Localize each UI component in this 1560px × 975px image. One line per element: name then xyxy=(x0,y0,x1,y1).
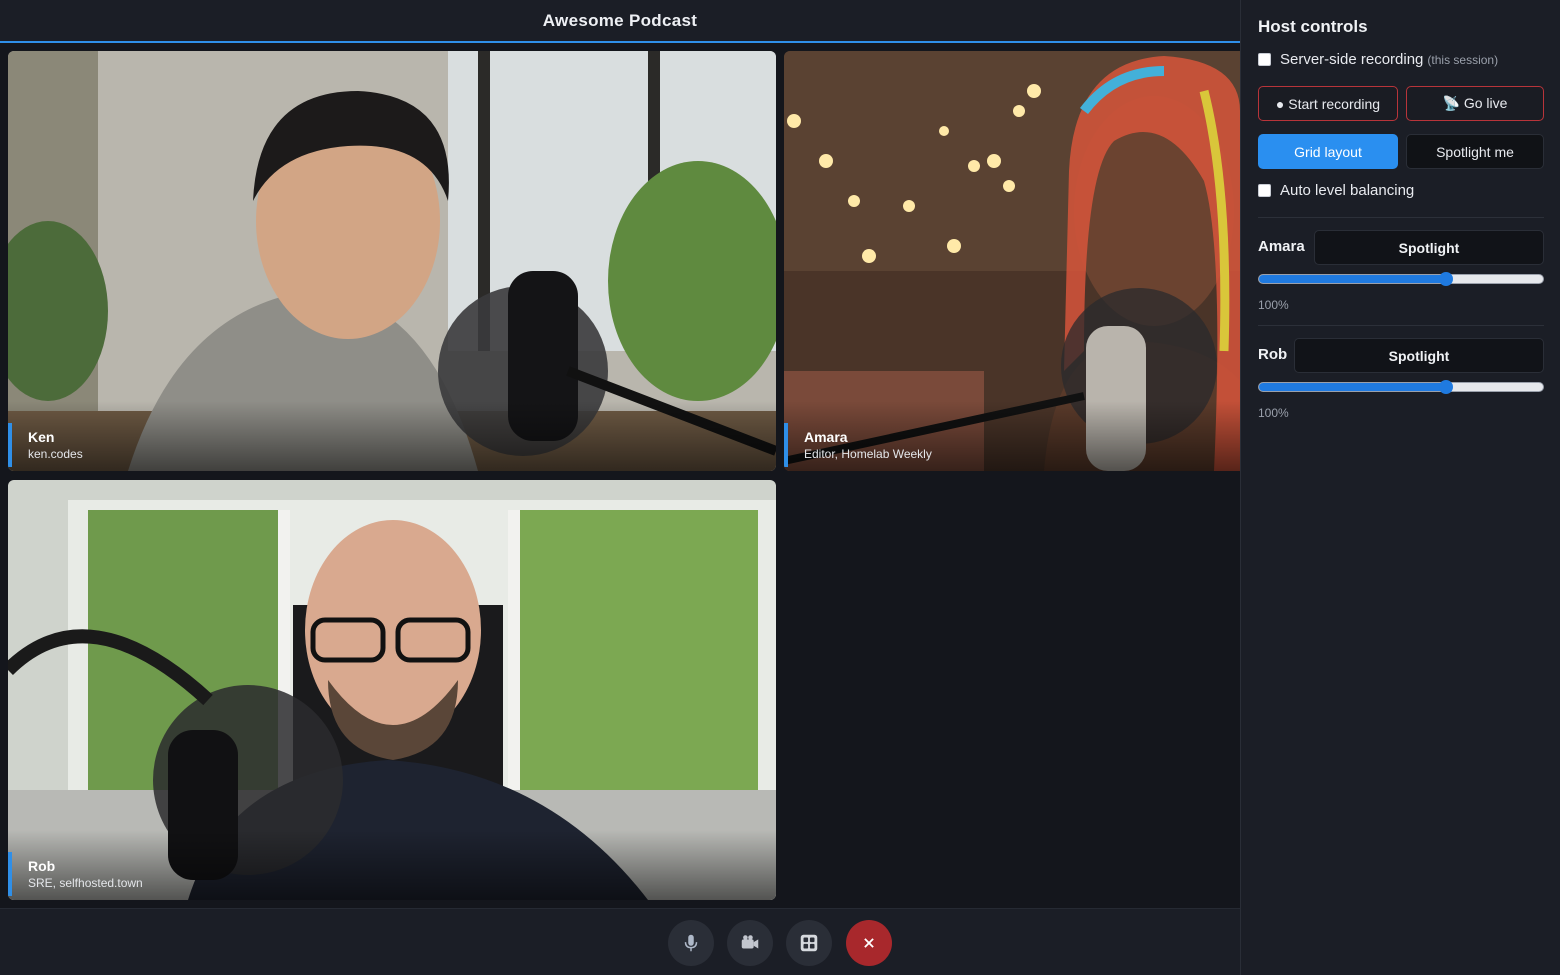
server-recording-toggle[interactable]: Server-side recording (this session) xyxy=(1258,51,1498,68)
divider xyxy=(1258,325,1544,326)
server-recording-checkbox[interactable] xyxy=(1258,53,1271,66)
volume-label-amara: 100% xyxy=(1258,298,1289,312)
server-recording-label: Server-side recording xyxy=(1280,51,1424,68)
participant-subtitle: ken.codes xyxy=(28,447,83,461)
start-recording-button[interactable]: ● Start recording xyxy=(1258,86,1398,121)
close-icon xyxy=(864,938,874,948)
auto-level-toggle[interactable]: Auto level balancing xyxy=(1258,182,1414,199)
mute-button[interactable] xyxy=(668,920,714,966)
grid-layout-button[interactable]: Grid layout xyxy=(1258,134,1398,169)
app: Awesome Podcast Ken ken.codes Amara Edit… xyxy=(0,0,1560,975)
video-tile-amara[interactable]: Amara Editor, Homelab Weekly xyxy=(784,51,1240,471)
video-tile-rob[interactable]: Rob SRE, selfhosted.town xyxy=(8,480,776,900)
volume-label-rob: 100% xyxy=(1258,406,1289,420)
spotlight-me-button[interactable]: Spotlight me xyxy=(1406,134,1544,169)
layout-button[interactable] xyxy=(786,920,832,966)
participant-name: Amara xyxy=(804,429,848,445)
host-controls-panel: Host controls Server-side recording (thi… xyxy=(1240,0,1560,975)
participant-name: Rob xyxy=(28,858,56,874)
volume-slider-rob[interactable] xyxy=(1258,380,1544,394)
call-controls-bar xyxy=(0,908,1240,975)
camera-button[interactable] xyxy=(727,920,773,966)
name-caption: Amara Editor, Homelab Weekly xyxy=(784,423,932,467)
auto-level-checkbox[interactable] xyxy=(1258,184,1271,197)
slider-fill xyxy=(1259,383,1447,391)
video-tile-ken[interactable]: Ken ken.codes xyxy=(8,51,776,471)
video-camera-icon xyxy=(741,935,759,949)
microphone-icon xyxy=(684,934,698,952)
go-live-button[interactable]: 📡 Go live xyxy=(1406,86,1544,121)
name-caption: Ken ken.codes xyxy=(8,423,83,467)
divider xyxy=(1258,217,1544,218)
participant-subtitle: SRE, selfhosted.town xyxy=(28,876,143,890)
stage: Awesome Podcast Ken ken.codes Amara Edit… xyxy=(0,0,1240,975)
server-recording-note: (this session) xyxy=(1427,52,1499,67)
slider-fill xyxy=(1259,275,1447,283)
participant-name: Ken xyxy=(28,429,55,445)
participant-control-name: Rob xyxy=(1258,346,1288,363)
spotlight-rob-button[interactable]: Spotlight xyxy=(1294,338,1544,373)
grid-layout-icon xyxy=(800,934,818,952)
podcast-title: Awesome Podcast xyxy=(542,10,698,30)
name-caption: Rob SRE, selfhosted.town xyxy=(8,852,143,896)
volume-slider-amara[interactable] xyxy=(1258,272,1544,286)
end-call-button[interactable] xyxy=(846,920,892,966)
top-bar: Awesome Podcast xyxy=(0,0,1240,43)
auto-level-label: Auto level balancing xyxy=(1280,182,1415,199)
slider-handle[interactable] xyxy=(1439,272,1454,286)
slider-handle[interactable] xyxy=(1439,380,1454,394)
caption-shade xyxy=(8,401,776,471)
spotlight-amara-button[interactable]: Spotlight xyxy=(1314,230,1544,265)
panel-title: Host controls xyxy=(1258,17,1368,36)
participant-control-name: Amara xyxy=(1258,238,1305,255)
participant-subtitle: Editor, Homelab Weekly xyxy=(804,447,932,461)
